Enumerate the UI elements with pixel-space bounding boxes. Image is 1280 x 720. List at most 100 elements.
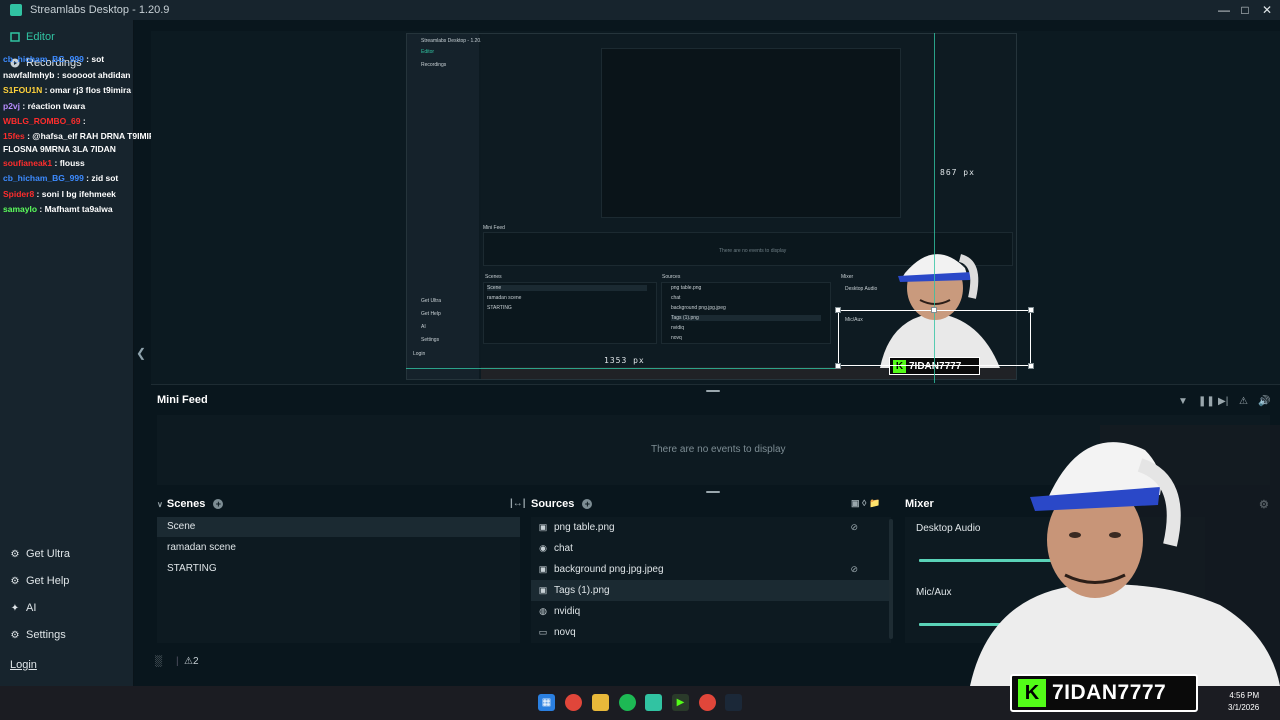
scenes-header: ∨ Scenes + (157, 498, 224, 510)
minifeed-title: Mini Feed (157, 394, 208, 406)
sidebar-item-label: AI (26, 602, 37, 614)
overlay-tag-text: 7IDAN7777 (1052, 681, 1167, 704)
resize-handle-br[interactable] (1028, 363, 1034, 369)
source-item[interactable]: ▣ Tags (1).png (531, 580, 891, 601)
nested-scenes-body (483, 282, 657, 344)
nested-scene-1: ramadan scene (487, 295, 522, 301)
source-label: background png.jpg.jpeg (554, 564, 664, 575)
chat-text: : sooooot ahdidan (54, 69, 131, 80)
login-link[interactable]: Login (10, 659, 37, 671)
mixer-title: Mixer (905, 498, 934, 510)
file-explorer-icon[interactable] (592, 694, 609, 711)
sidebar-item-editor[interactable]: Editor (10, 31, 55, 43)
nested-source-3: Tags (1).png (671, 315, 821, 321)
volume-icon[interactable]: 🔊 (1258, 396, 1270, 407)
skip-icon[interactable]: ▶| (1218, 396, 1228, 407)
source-item[interactable]: ◍ nvidiq (531, 601, 891, 622)
nested-minifeed: Mini Feed (483, 225, 505, 231)
nested-scene-2: STARTING (487, 305, 512, 311)
resize-handle-t[interactable] (931, 307, 937, 313)
chat-username: Spider8 (3, 188, 35, 199)
mixer-channel-label: Mic/Aux (916, 587, 952, 598)
filter-icon[interactable]: ▼ (1178, 396, 1188, 407)
mute-notifications-icon[interactable]: ⚠ (1239, 396, 1248, 407)
nested-source-5: novq (671, 335, 682, 341)
visibility-hidden-icon[interactable]: ⊘ (850, 559, 858, 580)
close-icon[interactable]: ✕ (1256, 0, 1278, 20)
resize-handle-bl[interactable] (835, 363, 841, 369)
panel-divider (151, 384, 1280, 385)
maximize-icon[interactable]: □ (1234, 0, 1256, 20)
nested-ai: AI (421, 324, 426, 330)
source-item[interactable]: ▭ novq (531, 622, 891, 643)
nested-title: Streamlabs Desktop - 1.20.9 (421, 38, 485, 44)
monitor-icon: ▭ (538, 627, 548, 637)
chevron-down-icon[interactable]: ∨ (157, 500, 163, 509)
scene-item[interactable]: ramadan scene (157, 538, 520, 558)
chat-username: WBLG_ROMBO_69 (3, 116, 81, 127)
window-titlebar: Streamlabs Desktop - 1.20.9 (0, 0, 1280, 20)
scene-item[interactable]: Scene (157, 517, 520, 537)
nested-recordings: Recordings (421, 62, 447, 68)
alerts-button[interactable]: ⚠2 (184, 656, 199, 667)
minifeed-empty-message: There are no events to display (651, 444, 786, 455)
source-toolbar-icons[interactable]: ▣ ◊ 📁 (851, 498, 880, 509)
warning-icon: ⚠ (184, 656, 193, 667)
nested-sources-body (661, 282, 831, 344)
resize-handle-tl[interactable] (835, 307, 841, 313)
nested-get-help: Get Help (421, 311, 441, 317)
add-source-button[interactable]: + (582, 499, 593, 509)
steam-icon[interactable] (725, 694, 742, 711)
nested-scene-0: Scene (487, 285, 647, 291)
sidebar-item-settings[interactable]: ⚙ Settings (10, 629, 66, 641)
chrome-alt-icon[interactable] (699, 694, 716, 711)
nested-mixer: Mixer (841, 274, 854, 280)
media-play-icon[interactable]: ▶ (672, 694, 689, 711)
gear-icon: ⚙ (10, 629, 20, 641)
chat-username: S1FOU1N (3, 85, 43, 96)
separator: | (176, 656, 179, 667)
nested-sources: Sources (662, 274, 681, 280)
sidebar-item-ai[interactable]: ✦ AI (10, 602, 37, 614)
image-icon: ▣ (538, 585, 548, 595)
pause-icon[interactable]: ❚❚ (1198, 396, 1215, 407)
start-windows-icon[interactable]: ▦ (538, 694, 555, 711)
nested-editor: Editor (421, 49, 435, 55)
system-clock[interactable]: 4:56 PM 3/1/2026 (1228, 690, 1259, 714)
chrome-icon[interactable] (565, 694, 582, 711)
nested-get-ultra: Get Ultra (421, 298, 442, 304)
chat-username: 15fes (3, 130, 25, 141)
sidebar-item-get-ultra[interactable]: ⚙ Get Ultra (10, 548, 71, 560)
minimize-icon[interactable]: — (1213, 0, 1235, 20)
measure-horizontal: 1353 px (604, 356, 645, 365)
resize-handle-tr[interactable] (1028, 307, 1034, 313)
stats-icon[interactable]: ░ (155, 656, 162, 667)
add-scene-button[interactable]: + (213, 499, 224, 509)
window-title: Streamlabs Desktop - 1.20.9 (30, 4, 170, 16)
sources-header: Sources + (531, 498, 593, 510)
nested-source-0: png table.png (671, 285, 702, 291)
source-item[interactable]: ▣ png table.png ⊘ (531, 517, 891, 538)
chat-username: cb_hicham_BG_999 (3, 173, 84, 184)
selection-box[interactable] (838, 310, 1031, 366)
nested-scenes: Scenes (485, 274, 502, 280)
resize-grip-icon[interactable] (706, 491, 720, 493)
sources-scrollbar[interactable] (889, 519, 893, 639)
ultra-icon: ⚙ (10, 548, 20, 560)
sidebar-item-get-help[interactable]: ⚙ Get Help (10, 575, 70, 587)
visibility-hidden-icon[interactable]: ⊘ (850, 517, 858, 538)
source-item[interactable]: ▣ background png.jpg.jpeg ⊘ (531, 559, 891, 580)
collapse-sidebar-chevron-icon[interactable]: ❮ (136, 346, 146, 360)
scene-collection-icon[interactable]: |↔| (510, 498, 526, 509)
chat-text: : réaction twara (20, 100, 86, 111)
alerts-count: 2 (192, 656, 199, 667)
resize-grip-icon[interactable] (706, 390, 720, 392)
spotify-icon[interactable] (619, 694, 636, 711)
editor-icon (10, 32, 20, 42)
scene-item[interactable]: STARTING (157, 559, 520, 579)
scenes-title: Scenes (166, 498, 206, 510)
clock-date: 3/1/2026 (1228, 703, 1260, 712)
chat-username: samaylo (3, 204, 38, 215)
source-item[interactable]: ◉ chat (531, 538, 891, 559)
streamlabs-taskbar-icon[interactable] (645, 694, 662, 711)
